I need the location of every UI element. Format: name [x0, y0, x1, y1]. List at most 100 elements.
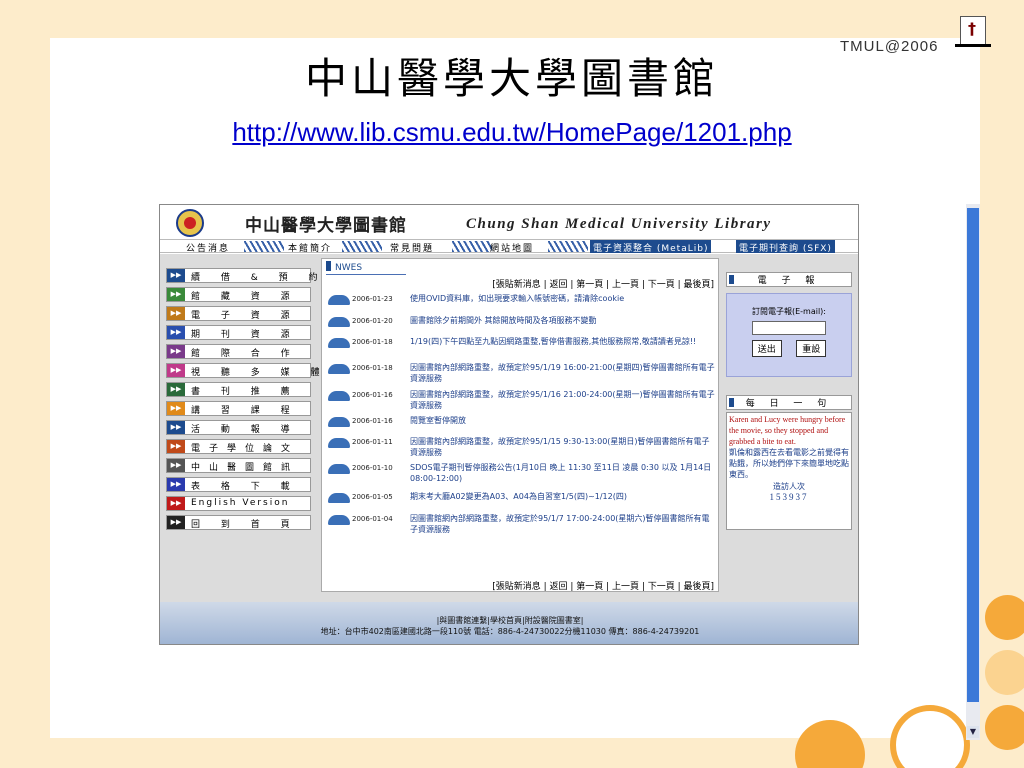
epaper-subscribe-box: 訂閱電子報(E-mail): 送出 重設	[726, 293, 852, 377]
news-text[interactable]: 因圖書館內部網路重整，故預定於95/1/19 16:00-21:00(星期四)暫…	[410, 362, 716, 384]
nav-about[interactable]: 本館簡介	[288, 241, 332, 254]
news-date: 2006-01-16	[352, 391, 393, 399]
sidebar-item-label: 中山醫圖館訊	[191, 463, 300, 473]
sidebar-item-label: 書 刊 推 薦	[191, 387, 299, 397]
sidebar-item[interactable]: ▶▶ 館 際 合 作	[166, 344, 311, 359]
daily-quote-box: Karen and Lucy were hungry before the mo…	[726, 412, 852, 530]
news-bullet-icon	[328, 295, 350, 305]
double-arrow-icon: ▶▶	[167, 459, 185, 472]
sidebar-item-label: English Version	[191, 498, 290, 508]
nav-separator	[342, 241, 382, 252]
footer-address: 地址：台中市402南區建國北路一段110號 電話：886-4-24730022分…	[320, 627, 700, 636]
news-bullet-icon	[328, 464, 350, 474]
news-text[interactable]: 因圖書館內部網路重整，故預定於95/1/15 9:30-13:00(星期日)暫停…	[410, 436, 716, 458]
double-arrow-icon: ▶▶	[167, 516, 185, 529]
sidebar-item[interactable]: ▶▶ 回 到 首 頁	[166, 515, 311, 530]
news-date: 2006-01-11	[352, 438, 393, 446]
sidebar-item-label: 視 聽 多 媒 體	[191, 368, 329, 378]
nav-sitemap[interactable]: 網站地圖	[490, 241, 534, 254]
university-seal-icon	[176, 209, 204, 237]
news-bullet-icon	[328, 338, 350, 348]
submit-button[interactable]: 送出	[751, 340, 782, 357]
sidebar-item[interactable]: ▶▶ 館 藏 資 源	[166, 287, 311, 302]
sidebar-item-label: 電 子 資 源	[191, 311, 299, 321]
news-text[interactable]: 因圖書館內部網路重整，故預定於95/1/16 21:00-24:00(星期一)暫…	[410, 389, 716, 411]
nav-sfx[interactable]: 電子期刊查詢 (SFX)	[736, 240, 835, 254]
sidebar-item-label: 續 借 & 預 約	[191, 273, 327, 283]
double-arrow-icon: ▶▶	[167, 345, 185, 358]
news-bullet-icon	[328, 391, 350, 401]
news-bullet-icon	[328, 438, 350, 448]
double-arrow-icon: ▶▶	[167, 288, 185, 301]
email-field[interactable]	[752, 321, 826, 335]
sidebar-item-label: 館 際 合 作	[191, 349, 299, 359]
site-header: 中山醫學大學圖書館 Chung Shan Medical University …	[160, 205, 858, 239]
double-arrow-icon: ▶▶	[167, 307, 185, 320]
sidebar-item[interactable]: ▶▶ 視 聽 多 媒 體	[166, 363, 319, 378]
epaper-heading: 電 子 報	[726, 272, 852, 287]
nav-faq[interactable]: 常見問題	[390, 241, 434, 254]
website-screenshot: 中山醫學大學圖書館 Chung Shan Medical University …	[159, 204, 859, 645]
double-arrow-icon: ▶▶	[167, 421, 185, 434]
sidebar-item[interactable]: ▶▶ 中山醫圖館訊	[166, 458, 311, 473]
right-column: 電 子 報 訂閱電子報(E-mail): 送出 重設 每 日 一 句 Karen…	[726, 272, 852, 530]
double-arrow-icon: ▶▶	[167, 478, 185, 491]
sidebar-item[interactable]: ▶▶ 講 習 課 程	[166, 401, 311, 416]
news-date: 2006-01-05	[352, 493, 393, 501]
reset-button[interactable]: 重設	[796, 340, 827, 357]
quote-cn: 凱倫和露西在去看電影之前覺得有點餓，所以她們停下來簡單地吃點東西。	[729, 448, 849, 479]
decor-circle	[985, 595, 1024, 640]
decor-circle	[985, 705, 1024, 750]
sidebar-item[interactable]: ▶▶ 期 刊 資 源	[166, 325, 311, 340]
site-name-en: Chung Shan Medical University Library	[466, 216, 772, 232]
sidebar-item-label: 表 格 下 載	[191, 482, 299, 492]
news-text[interactable]: 期末考大廳A02變更為A03、A04為自習室1/5(四)~1/12(四)	[410, 491, 716, 502]
news-date: 2006-01-16	[352, 417, 393, 425]
news-bullet-icon	[328, 515, 350, 525]
quote-en: Karen and Lucy were hungry before the mo…	[729, 415, 846, 446]
slide-title: 中山醫學大學圖書館	[304, 54, 719, 103]
sidebar-item[interactable]: ▶▶ 電子學位論文	[166, 439, 311, 454]
sidebar-item[interactable]: ▶▶ 表 格 下 載	[166, 477, 311, 492]
daily-quote-heading: 每 日 一 句	[726, 395, 852, 410]
news-text[interactable]: 1/19(四)下午四點至九點因網路重整,暫停借書服務,其他服務照常,敬請讀者見諒…	[410, 336, 716, 347]
news-text[interactable]: 閱覽室暫停開放	[410, 415, 716, 426]
subscribe-label: 訂閱電子報(E-mail):	[751, 307, 827, 316]
news-date: 2006-01-18	[352, 338, 393, 346]
sidebar-item-label: 回 到 首 頁	[191, 520, 299, 530]
sidebar-item[interactable]: ▶▶ 續 借 & 預 約	[166, 268, 317, 283]
sidebar-item[interactable]: ▶▶ 活 動 報 導	[166, 420, 311, 435]
news-text[interactable]: 圖書館除夕前期間外 其餘開放時間及各項服務不變動	[410, 315, 716, 326]
double-arrow-icon: ▶▶	[167, 440, 185, 453]
news-bullet-icon	[328, 317, 350, 327]
site-nav: 公告消息 本館簡介 常見問題 網站地圖 電子資源整合 (MetaLib) 電子期…	[160, 239, 858, 254]
sidebar-item[interactable]: ▶▶ English Version	[166, 496, 311, 511]
site-body: ▶▶ 續 借 & 預 約 ▶▶ 館 藏 資 源 ▶▶ 電 子 資 源 ▶▶ 期 刊 資 源 ▶▶…	[160, 254, 858, 602]
scrollbar-thumb[interactable]	[967, 208, 979, 702]
sidebar-item-label: 館 藏 資 源	[191, 292, 299, 302]
footer-links[interactable]: |與圖書館連繫|學校首頁|附設醫院圖書室|	[160, 602, 858, 626]
slide-url-link[interactable]: http://www.lib.csmu.edu.tw/HomePage/1201…	[0, 117, 1024, 148]
nav-announcements[interactable]: 公告消息	[186, 241, 230, 254]
news-bullet-icon	[328, 364, 350, 374]
news-date: 2006-01-04	[352, 515, 393, 523]
sidebar-item[interactable]: ▶▶ 電 子 資 源	[166, 306, 311, 321]
sidebar-item-label: 電子學位論文	[191, 444, 300, 454]
visit-counter: 153937	[769, 492, 809, 502]
sidebar-item-label: 講 習 課 程	[191, 406, 299, 416]
double-arrow-icon: ▶▶	[167, 402, 185, 415]
news-pager-top[interactable]: [張貼新消息 | 返回 | 第一頁 | 上一頁 | 下一頁 | 最後頁]	[492, 277, 714, 290]
nav-metalib[interactable]: 電子資源整合 (MetaLib)	[590, 240, 712, 254]
site-footer: |與圖書館連繫|學校首頁|附設醫院圖書室| 地址：台中市402南區建國北路一段1…	[160, 602, 858, 644]
double-arrow-icon: ▶▶	[167, 269, 185, 282]
news-text[interactable]: 使用OVID資料庫，如出現要求輸入帳號密碼，請清除cookie	[410, 293, 716, 304]
site-name-cn: 中山醫學大學圖書館	[245, 216, 407, 236]
news-text[interactable]: 因圖書館網內部網路重整，故預定於95/1/7 17:00-24:00(星期六)暫…	[410, 513, 716, 535]
scroll-down-arrow-icon[interactable]: ▼	[967, 726, 979, 738]
vertical-scrollbar[interactable]: ▼	[966, 204, 980, 740]
news-bullet-icon	[328, 417, 350, 427]
sidebar-item[interactable]: ▶▶ 書 刊 推 薦	[166, 382, 311, 397]
news-pager-bottom[interactable]: [張貼新消息 | 返回 | 第一頁 | 上一頁 | 下一頁 | 最後頁]	[492, 579, 714, 592]
news-text[interactable]: SDOS電子期刊暫停服務公告(1月10日 晚上 11:30 至11日 凌晨 0:…	[410, 462, 716, 484]
news-panel: NWES [張貼新消息 | 返回 | 第一頁 | 上一頁 | 下一頁 | 最後頁…	[321, 258, 719, 592]
